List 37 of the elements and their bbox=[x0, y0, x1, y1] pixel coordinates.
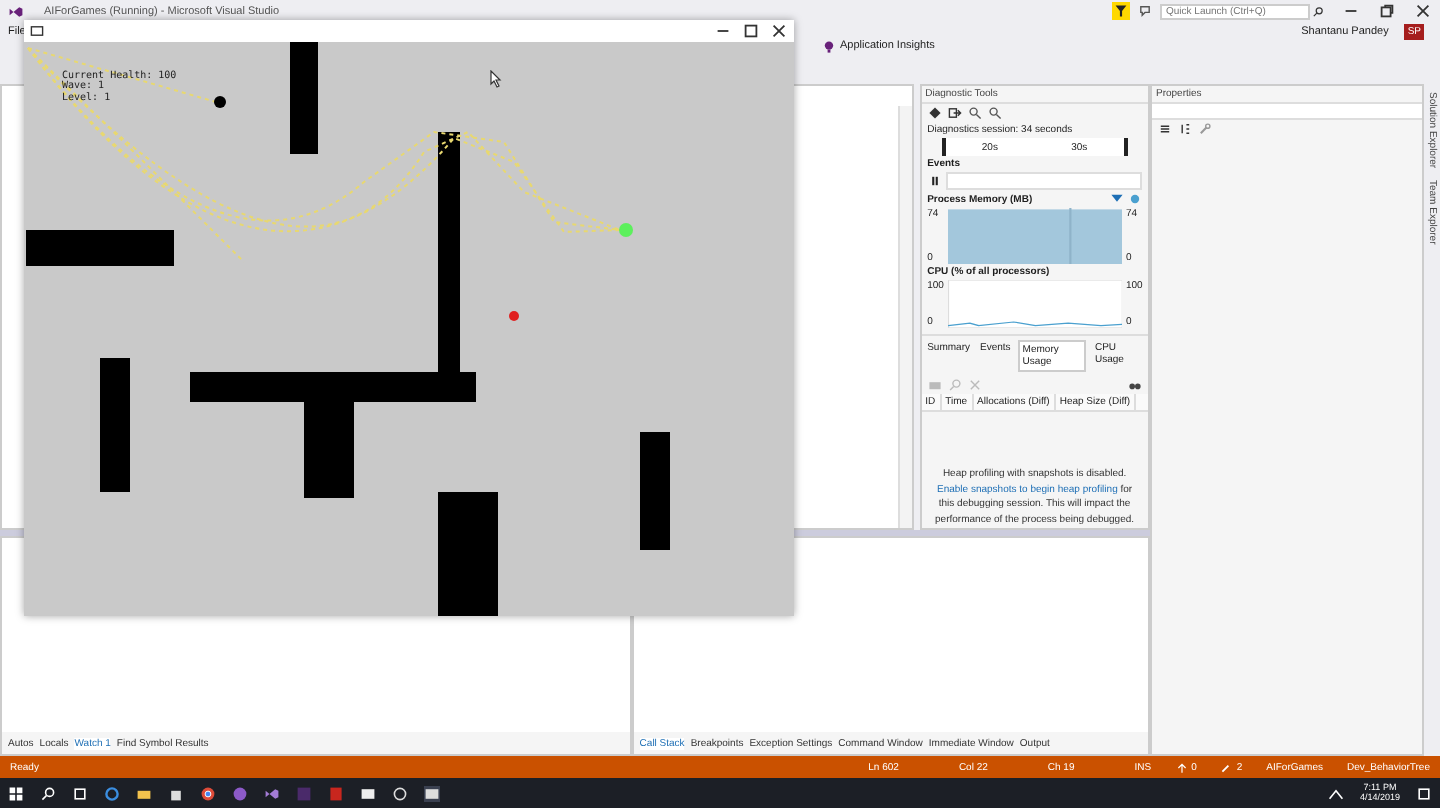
feedback-icon[interactable] bbox=[1138, 4, 1152, 18]
shopping-bag-icon[interactable] bbox=[168, 785, 184, 801]
pause-icon bbox=[927, 174, 942, 188]
notification-icon[interactable] bbox=[1416, 785, 1432, 801]
categorized-icon[interactable] bbox=[1158, 122, 1172, 136]
close-icon[interactable] bbox=[770, 22, 788, 40]
filter-icon[interactable] bbox=[1112, 2, 1130, 20]
binoculars-icon[interactable] bbox=[1128, 378, 1142, 392]
wrench-icon[interactable] bbox=[1198, 122, 1212, 136]
app-icon bbox=[30, 24, 44, 38]
search-icon bbox=[1312, 5, 1324, 17]
up-arrow-icon[interactable] bbox=[1175, 761, 1188, 773]
settings-icon[interactable] bbox=[927, 106, 942, 120]
pencil-icon[interactable] bbox=[1220, 761, 1233, 773]
window-icon[interactable] bbox=[360, 785, 376, 801]
game-window-icon[interactable] bbox=[424, 785, 440, 801]
close-icon[interactable] bbox=[1414, 2, 1432, 20]
light-bulb-icon bbox=[822, 40, 836, 54]
visual-studio-icon bbox=[8, 3, 24, 19]
windows-start-icon[interactable] bbox=[8, 785, 24, 801]
scrollbar[interactable] bbox=[897, 106, 912, 528]
sort-icon[interactable] bbox=[1178, 122, 1192, 136]
folder-icon[interactable] bbox=[136, 785, 152, 801]
search-icon[interactable] bbox=[40, 785, 56, 801]
task-view-icon[interactable] bbox=[72, 785, 88, 801]
browser-icon[interactable] bbox=[104, 785, 120, 801]
mouse-cursor-icon bbox=[490, 70, 502, 88]
snapshot-dot-icon[interactable] bbox=[1128, 192, 1142, 206]
app-icon[interactable] bbox=[232, 785, 248, 801]
zoom-out-icon[interactable] bbox=[987, 106, 1002, 120]
pdf-icon[interactable] bbox=[328, 785, 344, 801]
restore-icon[interactable] bbox=[1378, 2, 1396, 20]
zoom-in-icon[interactable] bbox=[967, 106, 982, 120]
maximize-icon[interactable] bbox=[742, 22, 760, 40]
visual-studio-icon[interactable] bbox=[264, 785, 280, 801]
network-icon[interactable] bbox=[1327, 785, 1344, 801]
export-icon[interactable] bbox=[947, 106, 962, 120]
